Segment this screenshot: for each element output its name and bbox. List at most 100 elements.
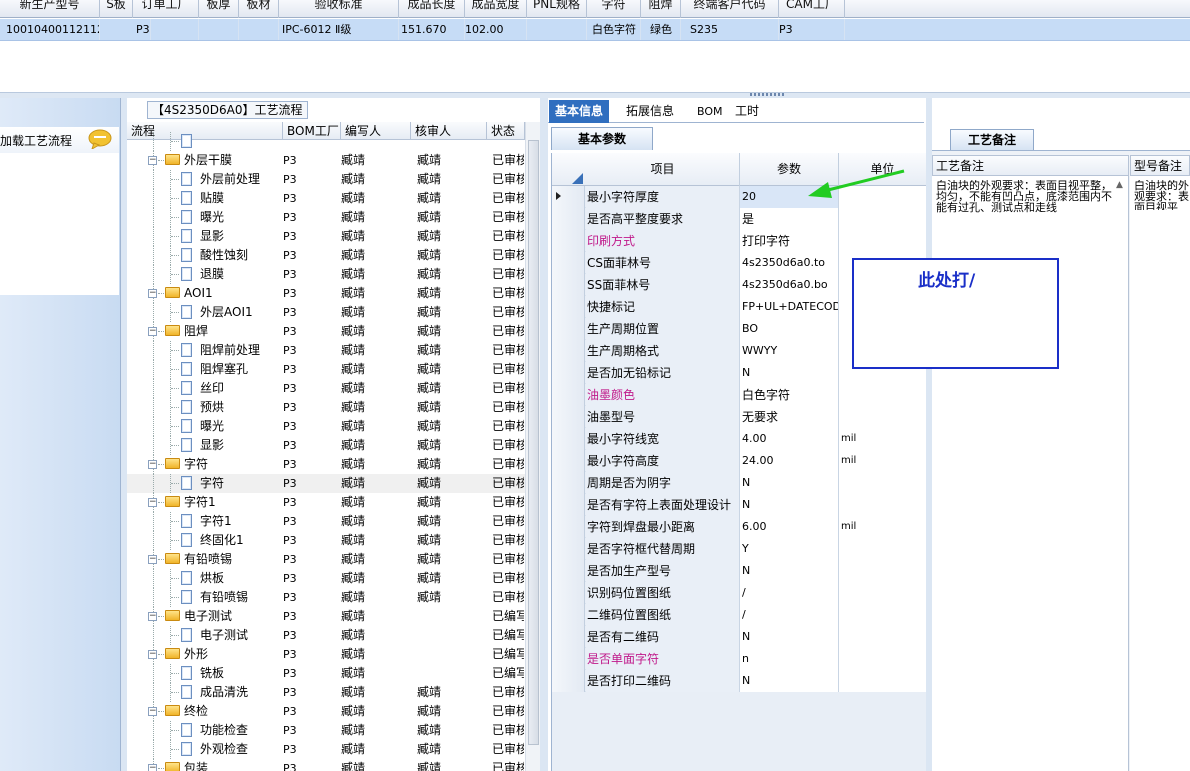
row-indicator[interactable]	[552, 560, 585, 582]
tree-row[interactable]: 酸性蚀刻 P3 臧靖 臧靖 已审核	[127, 246, 525, 265]
top-row-cell[interactable]: S235	[690, 19, 779, 40]
param-row[interactable]: 油墨型号 无要求	[552, 406, 927, 428]
tree-node-label[interactable]: 外形	[184, 645, 208, 664]
row-indicator[interactable]	[552, 516, 585, 538]
tree-row[interactable]: 曝光 P3 臧靖 臧靖 已审核	[127, 417, 525, 436]
param-value-input[interactable]: 4s2350d6a0.bo	[740, 274, 839, 296]
tree-row[interactable]: 预烘 P3 臧靖 臧靖 已审核	[127, 398, 525, 417]
chat-bubble-icon[interactable]	[88, 129, 112, 149]
tree-row[interactable]: − AOI1 P3 臧靖 臧靖 已审核	[127, 284, 525, 303]
tree-node-label[interactable]: 贴膜	[200, 189, 224, 208]
horizontal-splitter[interactable]	[0, 92, 1190, 98]
row-indicator[interactable]	[552, 670, 585, 692]
row-indicator[interactable]	[552, 318, 585, 340]
top-row-cell[interactable]: IPC-6012 Ⅱ级	[282, 19, 399, 40]
tree-node-label[interactable]: 终固化1	[200, 531, 244, 550]
param-value-input[interactable]: N	[740, 560, 839, 582]
expand-toggle-icon[interactable]: −	[148, 498, 157, 507]
param-value-input[interactable]: 无要求	[740, 406, 839, 428]
scroll-up-icon[interactable]: ▲	[1116, 180, 1128, 195]
tree-node-label[interactable]: 字符	[200, 474, 224, 493]
param-row[interactable]: 印刷方式 打印字符	[552, 230, 927, 252]
param-value-input[interactable]: N	[740, 670, 839, 692]
top-row-cell[interactable]: 10010400112112	[6, 19, 100, 40]
param-row[interactable]: 二维码位置图纸 /	[552, 604, 927, 626]
tree-node-label[interactable]: 曝光	[200, 208, 224, 227]
expand-toggle-icon[interactable]: −	[148, 650, 157, 659]
param-value-input[interactable]: /	[740, 582, 839, 604]
row-indicator[interactable]	[552, 626, 585, 648]
process-remark-tab[interactable]: 工艺备注	[950, 129, 1034, 150]
tree-node-label[interactable]: 有铅喷锡	[184, 550, 232, 569]
info-tab[interactable]: 工时	[729, 100, 765, 123]
param-row[interactable]: 最小字符线宽 4.00 mil	[552, 428, 927, 450]
top-col-header[interactable]: PNL规格	[527, 0, 587, 18]
splitter-grip[interactable]	[750, 93, 786, 96]
tree-row[interactable]: − 电子测试 P3 臧靖 已编写	[127, 607, 525, 626]
top-col-header[interactable]: 订单工厂	[133, 0, 199, 18]
tree-node-label[interactable]: 酸性蚀刻	[200, 246, 248, 265]
param-value-input[interactable]: /	[740, 604, 839, 626]
info-tab[interactable]: BOM	[691, 100, 729, 123]
tree-node-label[interactable]: 字符1	[200, 512, 232, 531]
row-indicator[interactable]	[552, 406, 585, 428]
top-row-cell[interactable]	[239, 19, 279, 40]
params-col-header[interactable]: 项目	[586, 153, 740, 186]
tree-node-label[interactable]: 有铅喷锡	[200, 588, 248, 607]
top-col-header[interactable]: 新生产型号	[0, 0, 100, 18]
top-col-header[interactable]: 字符	[587, 0, 641, 18]
tree-row[interactable]: 成品清洗 P3 臧靖 臧靖 已审核	[127, 683, 525, 702]
param-row[interactable]: 是否有字符上表面处理设计 N	[552, 494, 927, 516]
param-value-input[interactable]: 是	[740, 208, 839, 230]
tree-node-label[interactable]: 显影	[200, 227, 224, 246]
tree-row[interactable]: 显影 P3 臧靖 臧靖 已审核	[127, 436, 525, 455]
expand-toggle-icon[interactable]: −	[148, 707, 157, 716]
tree-node-label[interactable]: 功能检查	[200, 721, 248, 740]
expand-toggle-icon[interactable]: −	[148, 156, 157, 165]
row-indicator[interactable]	[552, 648, 585, 670]
row-indicator[interactable]	[552, 450, 585, 472]
tree-row[interactable]: − 外形 P3 臧靖 已编写	[127, 645, 525, 664]
model-remark-box[interactable]	[1130, 176, 1190, 771]
tree-row[interactable]: 贴膜 P3 臧靖 臧靖 已审核	[127, 189, 525, 208]
top-col-header[interactable]: 验收标准	[279, 0, 399, 18]
top-col-header[interactable]: 终端客户代码	[681, 0, 779, 18]
top-col-header[interactable]: 成品长度	[399, 0, 465, 18]
top-row-cell[interactable]	[527, 19, 587, 40]
tree-row[interactable]: 电子测试 P3 臧靖 已编写	[127, 626, 525, 645]
top-col-header[interactable]: S板	[100, 0, 133, 18]
param-value-input[interactable]: N	[740, 472, 839, 494]
tree-row[interactable]: 丝印 P3 臧靖 臧靖 已审核	[127, 379, 525, 398]
param-value-input[interactable]: 4.00	[740, 428, 839, 450]
tree-row[interactable]: 终固化1 P3 臧靖 臧靖 已审核	[127, 531, 525, 550]
tree-row[interactable]: − 阻焊 P3 臧靖 臧靖 已审核	[127, 322, 525, 341]
tree-row[interactable]: 外观检查 P3 臧靖 臧靖 已审核	[127, 740, 525, 759]
row-indicator[interactable]	[552, 296, 585, 318]
tree-node-label[interactable]: 终检	[184, 702, 208, 721]
tree-node-label[interactable]: 字符1	[184, 493, 216, 512]
tree-node-label[interactable]: 显影	[200, 436, 224, 455]
tree-row[interactable]: 退膜 P3 臧靖 臧靖 已审核	[127, 265, 525, 284]
param-value-input[interactable]: N	[740, 626, 839, 648]
row-indicator[interactable]	[552, 384, 585, 406]
middle-splitter[interactable]	[540, 98, 548, 771]
tree-row[interactable]: − 字符 P3 臧靖 臧靖 已审核	[127, 455, 525, 474]
param-value-input[interactable]: 打印字符	[740, 230, 839, 252]
tree-node-label[interactable]: 电子测试	[200, 626, 248, 645]
param-row[interactable]: 是否字符框代替周期 Y	[552, 538, 927, 560]
expand-toggle-icon[interactable]: −	[148, 612, 157, 621]
top-row-cell[interactable]	[133, 19, 199, 40]
params-grid[interactable]: 项目 参数 单位 最小字符厚度 20 是否高平整度要求是印刷方式 打印字符 CS面菲林号 4s…	[551, 153, 927, 771]
param-row[interactable]: 是否单面字符 n	[552, 648, 927, 670]
top-row-cell[interactable]: 白色字符	[592, 19, 641, 40]
tree-node-label[interactable]: 预烘	[200, 398, 224, 417]
tree-row[interactable]: 功能检查 P3 臧靖 臧靖 已审核	[127, 721, 525, 740]
tree-node-label[interactable]: 外层前处理	[200, 170, 260, 189]
tree-node-label[interactable]: 曝光	[200, 417, 224, 436]
param-value-input[interactable]: N	[740, 362, 839, 384]
scrollbar-thumb[interactable]	[528, 140, 539, 745]
tree-row[interactable]: 阻焊前处理 P3 臧靖 臧靖 已审核	[127, 341, 525, 360]
basic-params-tab[interactable]: 基本参数	[551, 127, 653, 150]
row-indicator[interactable]	[552, 494, 585, 516]
row-indicator[interactable]	[552, 472, 585, 494]
